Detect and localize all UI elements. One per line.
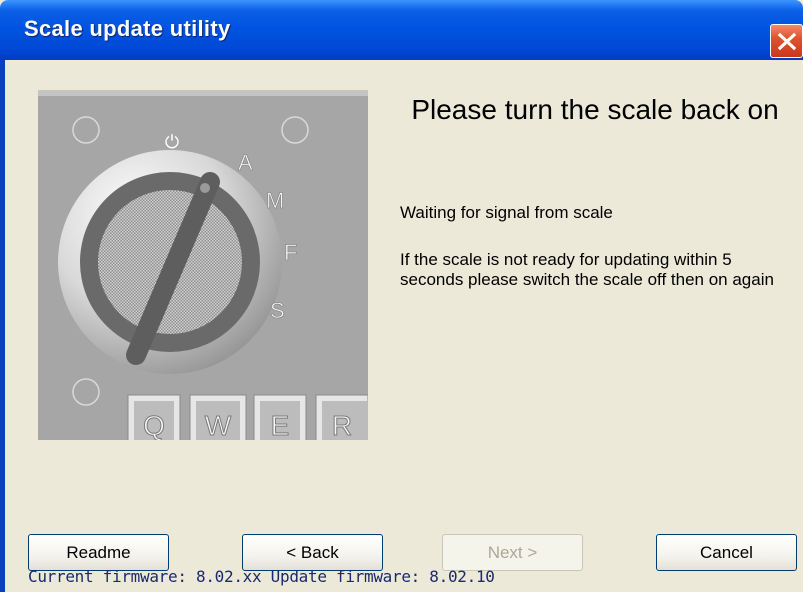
key-q-label: Q xyxy=(143,410,165,440)
dial-indicator-dot xyxy=(200,183,210,193)
back-button[interactable]: < Back xyxy=(242,534,383,571)
dial-label-m: M xyxy=(266,188,284,213)
screw-hole-bottom-left xyxy=(72,378,100,406)
cancel-button[interactable]: Cancel xyxy=(656,534,797,571)
screw-hole-top-left xyxy=(72,116,100,144)
close-button[interactable] xyxy=(770,24,803,58)
scale-dial-illustration: ⏻ A M F S Q W E R xyxy=(38,90,368,440)
dial-label-s: S xyxy=(270,298,285,323)
key-r-label: R xyxy=(332,410,352,440)
power-icon: ⏻ xyxy=(165,132,179,153)
key-w-label: W xyxy=(205,410,232,440)
screw-hole-top-right xyxy=(281,116,309,144)
dial-label-a: A xyxy=(238,150,253,175)
close-icon xyxy=(777,32,797,51)
dialog-window: Scale update utility ⏻ A M F S Q W E R P… xyxy=(0,0,803,592)
instruction-message: If the scale is not ready for updating w… xyxy=(400,250,774,289)
status-message: Waiting for signal from scale xyxy=(400,203,613,222)
dial-label-f: F xyxy=(284,240,297,265)
next-button[interactable]: Next > xyxy=(442,534,583,571)
firmware-status: Current firmware: 8.02.xx Update firmwar… xyxy=(28,567,495,586)
window-title: Scale update utility xyxy=(24,16,231,41)
key-e-label: E xyxy=(271,410,290,440)
main-heading: Please turn the scale back on xyxy=(411,94,779,125)
title-bar[interactable]: Scale update utility xyxy=(0,0,803,60)
readme-button[interactable]: Readme xyxy=(28,534,169,571)
